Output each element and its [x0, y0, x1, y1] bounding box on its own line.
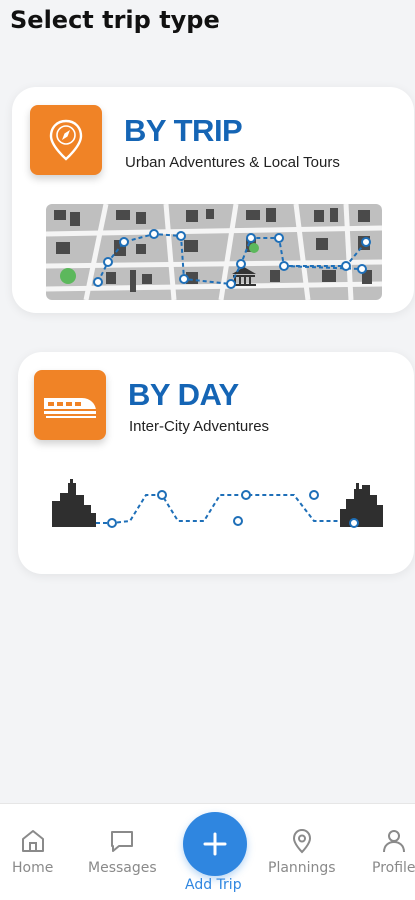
- card-subtitle: Urban Adventures & Local Tours: [125, 154, 340, 171]
- add-trip-button[interactable]: [183, 812, 247, 876]
- city-map-illustration: [46, 204, 382, 300]
- compass-pin-icon: [30, 105, 102, 175]
- page-title: Select trip type: [10, 6, 220, 34]
- card-subtitle: Inter-City Adventures: [129, 418, 270, 435]
- trip-type-card-by-day[interactable]: BY DAY Inter-City Adventures: [18, 352, 414, 574]
- nav-home-label: Home: [12, 860, 54, 876]
- home-icon: [21, 830, 44, 852]
- nav-profile[interactable]: Profile: [372, 828, 415, 876]
- nav-profile-label: Profile: [372, 860, 415, 876]
- location-pin-icon: [292, 828, 311, 854]
- nav-messages-label: Messages: [88, 860, 157, 876]
- user-icon: [382, 830, 405, 853]
- nav-home[interactable]: Home: [12, 828, 53, 876]
- nav-messages[interactable]: Messages: [88, 828, 157, 876]
- plus-icon: [203, 832, 227, 856]
- bottom-navigation: Home Messages Add Trip Plannings Profile: [0, 803, 415, 900]
- message-icon: [111, 831, 134, 852]
- train-icon: [34, 370, 106, 440]
- card-title: BY TRIP: [124, 113, 243, 148]
- card-title: BY DAY: [128, 377, 239, 412]
- nav-plannings-label: Plannings: [268, 860, 336, 876]
- add-trip-label[interactable]: Add Trip: [185, 877, 242, 893]
- trip-type-card-by-trip[interactable]: BY TRIP Urban Adventures & Local Tours: [12, 87, 414, 313]
- nav-plannings[interactable]: Plannings: [268, 828, 336, 876]
- intercity-route-illustration: [52, 479, 383, 528]
